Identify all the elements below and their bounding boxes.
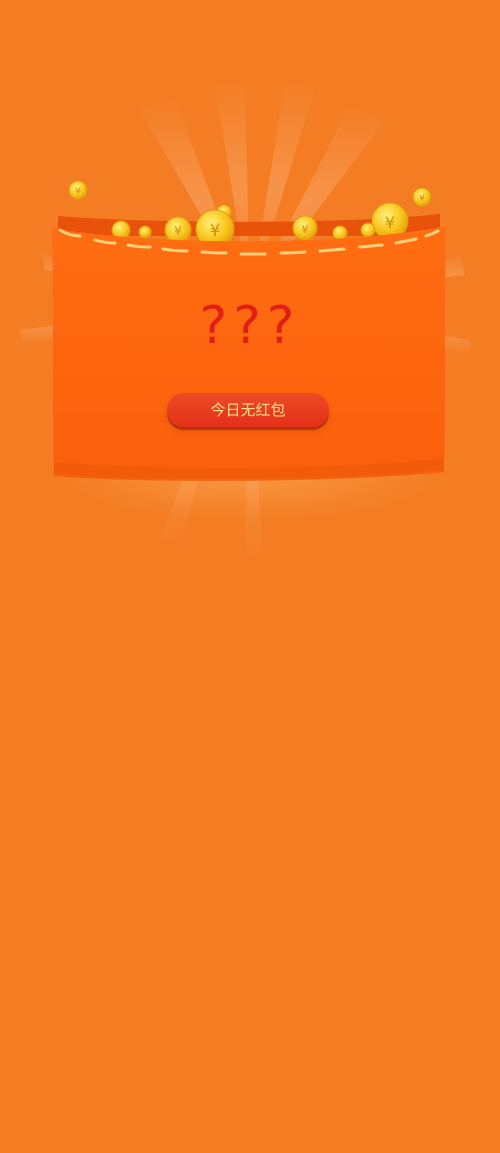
yuan-coin-icon bbox=[360, 222, 376, 238]
svg-text:¥: ¥ bbox=[210, 221, 221, 241]
yuan-coin-icon: ¥ bbox=[164, 216, 192, 244]
yuan-coin-icon bbox=[332, 225, 348, 241]
svg-text:¥: ¥ bbox=[419, 194, 425, 204]
svg-text:¥: ¥ bbox=[174, 224, 182, 238]
question-marks: ??? bbox=[199, 296, 301, 356]
no-red-packet-today-button[interactable]: 今日无红包 bbox=[167, 393, 329, 427]
svg-text:¥: ¥ bbox=[75, 187, 81, 197]
yuan-coin-icon: ¥ bbox=[68, 180, 88, 200]
svg-text:¥: ¥ bbox=[302, 223, 309, 236]
yuan-coin-icon: ¥ bbox=[292, 215, 318, 241]
red-packet-page: ¥ ¥ ¥ ¥ ¥ ¥ ??? 今日无红包 bbox=[0, 0, 500, 1153]
red-envelope: ¥ ¥ ¥ ¥ ¥ ¥ bbox=[52, 180, 446, 481]
yuan-coin-icon: ¥ bbox=[412, 187, 432, 207]
yuan-coin-icon bbox=[138, 225, 152, 239]
svg-text:¥: ¥ bbox=[385, 213, 395, 232]
